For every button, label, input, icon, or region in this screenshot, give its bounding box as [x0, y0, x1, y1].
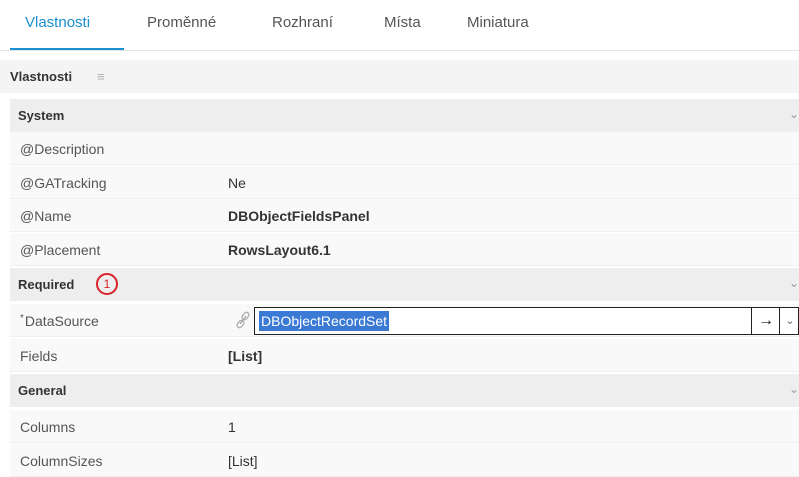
property-label: Columns — [20, 419, 76, 435]
property-row-placement[interactable]: @Placement RowsLayout6.1 — [10, 233, 799, 266]
tab-bar-divider — [0, 50, 799, 51]
property-value[interactable]: DBObjectFieldsPanel — [228, 208, 370, 224]
annotation-badge: 1 — [96, 273, 118, 295]
property-label-text: DataSource — [24, 313, 99, 329]
property-value[interactable]: 1 — [228, 419, 236, 435]
datasource-input[interactable]: DBObjectRecordSet → ⌄ — [254, 307, 799, 335]
property-label: *DataSource — [20, 313, 99, 329]
required-marker: * — [20, 313, 24, 324]
section-system[interactable]: System ⌄ — [10, 99, 799, 132]
property-value[interactable]: [List] — [228, 348, 262, 364]
section-general-label: General — [18, 383, 67, 398]
properties-header: Vlastnosti ≡ — [0, 60, 799, 93]
property-row-columnsizes[interactable]: ColumnSizes [List] — [10, 444, 799, 477]
property-value[interactable]: Ne — [228, 175, 246, 191]
property-row-fields[interactable]: Fields [List] — [10, 339, 799, 372]
tab-bar: Vlastnosti Proměnné Rozhraní Místa Minia… — [0, 0, 799, 51]
chevron-down-icon[interactable]: ⌄ — [789, 276, 799, 290]
tab-rozhrani[interactable]: Rozhraní — [272, 14, 333, 50]
tab-mista[interactable]: Místa — [384, 14, 421, 50]
property-label: @GATracking — [20, 175, 107, 191]
property-value[interactable]: RowsLayout6.1 — [228, 242, 331, 258]
tab-miniatura[interactable]: Miniatura — [467, 14, 529, 50]
property-row-gatracking[interactable]: @GATracking Ne — [10, 166, 799, 199]
property-label: @Placement — [20, 242, 101, 258]
property-row-description[interactable]: @Description — [10, 132, 799, 165]
list-icon[interactable]: ≡ — [97, 69, 105, 84]
property-row-name[interactable]: @Name DBObjectFieldsPanel — [10, 199, 799, 232]
tab-promenne[interactable]: Proměnné — [147, 14, 216, 50]
chevron-down-icon[interactable]: ⌄ — [779, 308, 799, 334]
section-required-label: Required — [18, 277, 75, 292]
property-label: Fields — [20, 348, 58, 364]
link-icon[interactable] — [234, 310, 252, 330]
property-label: @Name — [20, 208, 72, 224]
arrow-right-icon[interactable]: → — [751, 308, 780, 334]
property-row-columns[interactable]: Columns 1 — [10, 410, 799, 443]
property-row-datasource[interactable]: *DataSource DBObjectRecordSet → ⌄ — [10, 304, 799, 337]
property-label: ColumnSizes — [20, 453, 103, 469]
panel-title: Vlastnosti — [10, 69, 73, 84]
tab-vlastnosti[interactable]: Vlastnosti — [25, 14, 90, 50]
section-required[interactable]: Required 1 ⌄ — [10, 268, 799, 301]
section-general[interactable]: General ⌄ — [10, 374, 799, 407]
chevron-down-icon[interactable]: ⌄ — [789, 107, 799, 121]
datasource-value[interactable]: DBObjectRecordSet — [259, 311, 390, 331]
property-label: @Description — [20, 141, 105, 157]
chevron-down-icon[interactable]: ⌄ — [789, 382, 799, 396]
property-value[interactable]: [List] — [228, 453, 258, 469]
section-system-label: System — [18, 108, 65, 123]
